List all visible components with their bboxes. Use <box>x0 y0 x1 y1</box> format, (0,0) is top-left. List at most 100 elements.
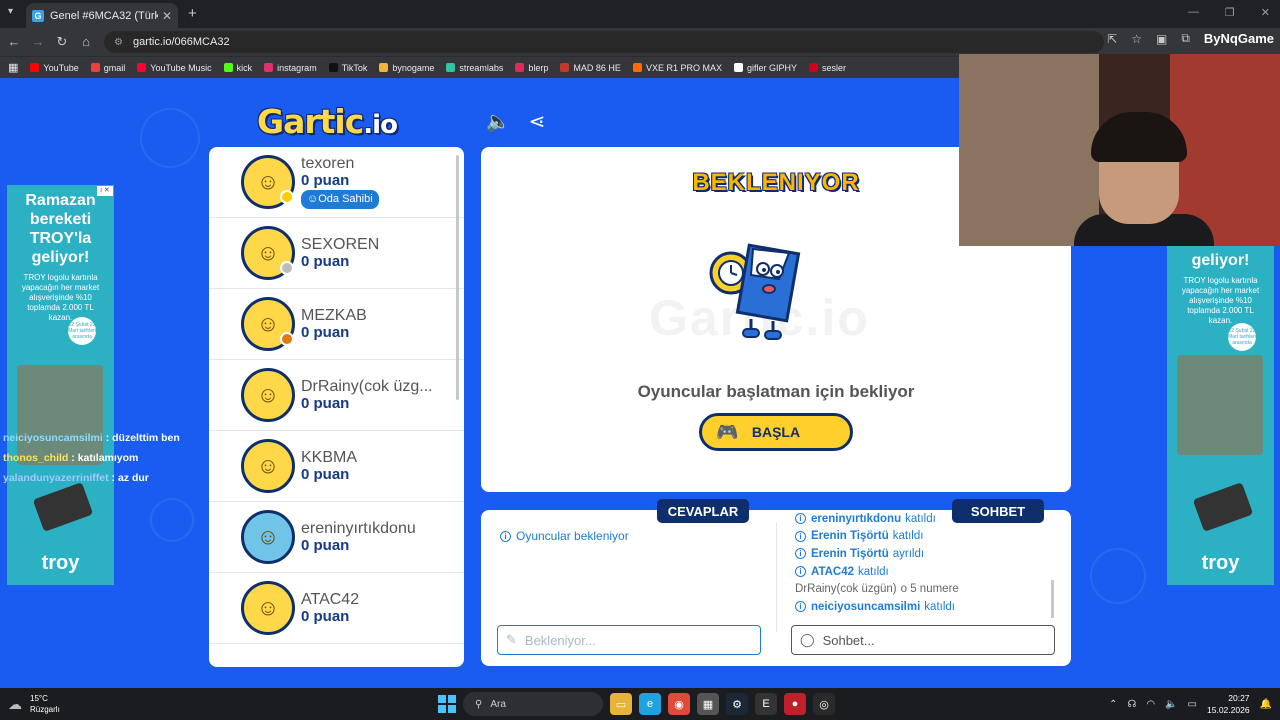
chrome-icon[interactable]: ◉ <box>668 693 690 715</box>
file-explorer-icon[interactable]: ▭ <box>610 693 632 715</box>
volume-icon[interactable]: 🔈 <box>1165 699 1177 710</box>
smiley-face-icon: ☺ <box>256 240 280 265</box>
apps-grid-icon[interactable]: ▦ <box>8 61 18 74</box>
background-doodle <box>150 498 194 542</box>
close-tab-icon[interactable]: ✕ <box>162 9 172 23</box>
player-list-scrollbar[interactable] <box>456 155 459 400</box>
player-row[interactable]: ☺ ATAC42 0 puan <box>209 573 464 644</box>
tab-search-icon[interactable]: ▾ <box>8 6 13 17</box>
waiting-message: Oyuncular başlatman için bekliyor <box>637 382 915 401</box>
forward-icon[interactable]: → <box>26 34 50 49</box>
player-row[interactable]: ☺ MEZKAB 0 puan <box>209 289 464 360</box>
stream-chat-line: thonos_child : katılamıyom <box>3 452 139 464</box>
bookmark-youtube[interactable]: YouTube <box>30 63 79 73</box>
panel-divider <box>776 522 777 632</box>
profile-name[interactable]: ByNqGame <box>1204 31 1274 46</box>
chat-username: neiciyosuncamsilmi <box>3 432 103 444</box>
start-icon[interactable] <box>438 695 456 713</box>
chat-text: o 5 numere <box>900 583 959 596</box>
answer-input[interactable]: ✎ Bekleniyor... <box>497 625 761 655</box>
tray-chevron-icon[interactable]: ⌃ <box>1109 699 1117 710</box>
bookmark-vxe[interactable]: VXE R1 PRO MAX <box>632 63 722 73</box>
share-icon[interactable]: ⋖ <box>524 108 550 134</box>
player-row[interactable]: ☺ DrRainy(cok üzg... 0 puan <box>209 360 464 431</box>
site-info-icon[interactable]: ⚙ <box>114 37 123 48</box>
player-row[interactable]: ☺ KKBMA 0 puan <box>209 431 464 502</box>
bookmark-tiktok[interactable]: TikTok <box>328 62 368 73</box>
player-score: 0 puan <box>301 395 350 412</box>
home-icon[interactable]: ⌂ <box>74 34 98 49</box>
close-window-icon[interactable]: ✕ <box>1261 6 1270 19</box>
bookmark-label: blerp <box>528 62 549 73</box>
player-row[interactable]: ☺ SEXOREN 0 puan <box>209 218 464 289</box>
stream-chat-line: neiciyosuncamsilmi : düzelttim ben <box>3 432 180 444</box>
sound-icon[interactable]: 🔈 <box>485 108 511 134</box>
player-avatar: ☺ <box>241 581 295 635</box>
tiktok-icon <box>328 63 338 72</box>
network-icon[interactable]: ☊ <box>1127 699 1136 710</box>
bookmark-blerp[interactable]: blerp <box>515 63 548 73</box>
obs-icon[interactable]: ◎ <box>813 693 835 715</box>
bookmark-label: TikTok <box>341 62 368 73</box>
calculator-icon[interactable]: ▦ <box>697 693 719 715</box>
bookmark-star-icon[interactable]: ☆ <box>1131 32 1142 46</box>
player-row[interactable]: ☺ texoren 0 puan ☺ Oda Sahibi <box>209 147 464 218</box>
tab-answers[interactable]: CEVAPLAR <box>657 499 749 523</box>
reload-icon[interactable]: ↻ <box>50 34 74 50</box>
wifi-icon[interactable]: ◠ <box>1146 699 1155 710</box>
chat-bubble-icon: ◯ <box>800 632 815 647</box>
tab-title: Genel #6MCA32 (Türkçe) - Gartic <box>50 9 158 22</box>
chat-scrollbar[interactable] <box>1051 580 1054 618</box>
troy-ad-left[interactable]: i ✕ Ramazan bereketi TROY'la geliyor! TR… <box>7 185 114 585</box>
chat-action: katıldı <box>905 512 936 525</box>
stream-chat-line: yalandunyazerriniffet : az dur <box>3 472 149 484</box>
player-status-dot <box>280 190 294 204</box>
chat-action: ayrıldı <box>892 547 925 560</box>
epic-games-icon[interactable]: E <box>755 693 777 715</box>
maximize-icon[interactable]: ❐ <box>1225 6 1235 19</box>
extensions-icon[interactable]: ⧉ <box>1181 31 1190 46</box>
clock[interactable]: 20:27 15.02.2026 <box>1207 692 1250 716</box>
weather-widget[interactable]: ☁ 15°C Rüzgarlı <box>8 693 60 715</box>
edge-icon[interactable]: e <box>639 693 661 715</box>
player-info: KKBMA 0 puan <box>301 449 357 483</box>
notification-icon[interactable]: 🔔 <box>1260 699 1272 710</box>
logo-text: Gartic <box>257 102 364 141</box>
bookmark-kick[interactable]: kick <box>223 63 252 73</box>
bynogame-icon <box>379 63 389 72</box>
owner-badge-label: Oda Sahibi <box>318 193 373 205</box>
start-button[interactable]: 🎮 BAŞLA <box>699 413 853 451</box>
red-app-icon[interactable]: ● <box>784 693 806 715</box>
ad-family-photo <box>1177 355 1263 455</box>
toolbar-actions: ⇱ ☆ ▣ ⧉ ByNqGame <box>1107 31 1280 46</box>
pencil-icon: ✎ <box>506 632 517 647</box>
bookmark-mad86[interactable]: MAD 86 HE <box>560 63 621 73</box>
taskbar-search[interactable]: ⚲ Ara <box>463 692 603 716</box>
new-tab-icon[interactable]: + <box>188 5 197 22</box>
ad-choices-icon[interactable]: i ✕ <box>97 186 113 196</box>
bookmark-gmail[interactable]: gmail <box>90 63 125 73</box>
troy-ad-right[interactable]: geliyor! TROY logolu kartınla yapacağın … <box>1167 245 1274 585</box>
bookmark-bynogame[interactable]: bynogame <box>379 63 434 73</box>
bookmark-giphy[interactable]: gifler GIPHY <box>733 63 797 73</box>
player-row[interactable]: ☺ ereninyırtıkdonu 0 puan <box>209 502 464 573</box>
back-icon[interactable]: ← <box>2 34 26 49</box>
minimize-icon[interactable]: — <box>1188 6 1199 19</box>
screenshot-icon[interactable]: ▣ <box>1156 32 1167 46</box>
ad-brand: troy <box>41 552 80 574</box>
active-tab[interactable]: G Genel #6MCA32 (Türkçe) - Gartic ✕ <box>26 3 178 28</box>
install-app-icon[interactable]: ⇱ <box>1107 32 1117 46</box>
gartic-logo[interactable]: Gartic.io <box>257 102 398 141</box>
answers-info-text: Oyuncular bekleniyor <box>516 529 629 543</box>
steam-icon[interactable]: ⚙ <box>726 693 748 715</box>
bookmark-streamlabs[interactable]: streamlabs <box>446 63 503 73</box>
player-avatar: ☺ <box>241 297 295 351</box>
bookmark-youtube-music[interactable]: YouTube Music <box>137 63 212 73</box>
battery-icon[interactable]: ▭ <box>1188 699 1197 710</box>
chat-message: i Erenin Tişörtü ayrıldı <box>795 545 1055 563</box>
chat-input[interactable]: ◯ Sohbet... <box>791 625 1055 655</box>
info-icon: i <box>795 566 806 578</box>
bookmark-sesler[interactable]: sesler <box>808 63 846 73</box>
url-field[interactable]: ⚙ gartic.io/066MCA32 <box>104 31 1104 53</box>
bookmark-instagram[interactable]: instagram <box>264 63 317 73</box>
